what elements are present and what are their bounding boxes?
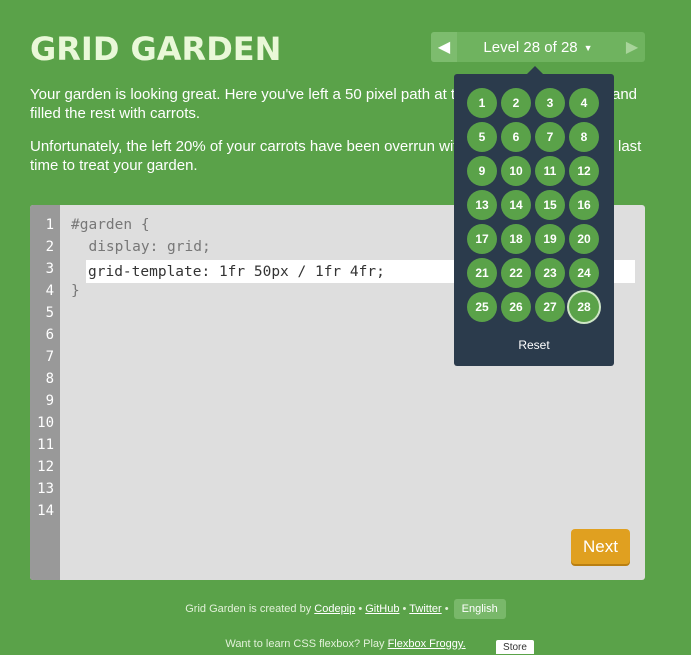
- level-button[interactable]: 14: [501, 190, 531, 220]
- level-button[interactable]: 7: [535, 122, 565, 152]
- level-button[interactable]: 12: [569, 156, 599, 186]
- line-number-gutter: 1 2 3 4 5 6 7 8 9 10 11 12 13 14: [30, 205, 60, 580]
- level-button[interactable]: 24: [569, 258, 599, 288]
- level-button[interactable]: 20: [569, 224, 599, 254]
- store-tab[interactable]: Store: [496, 640, 534, 654]
- line-number: 3: [45, 261, 54, 277]
- line-number: 12: [37, 459, 54, 475]
- level-button[interactable]: 27: [535, 292, 565, 322]
- level-button[interactable]: 21: [467, 258, 497, 288]
- instruction-text-2b: last: [618, 138, 642, 155]
- level-indicator[interactable]: Level 28 of 28 ▼: [457, 39, 619, 56]
- instruction-text-2a: Unfortunately, the left 20% of your carr…: [30, 138, 466, 155]
- next-button[interactable]: Next: [571, 529, 630, 564]
- footer: Grid Garden is created by Codepip • GitH…: [0, 599, 691, 619]
- dropdown-notch: [526, 66, 544, 75]
- prev-level-button[interactable]: ◀: [431, 32, 457, 62]
- level-button[interactable]: 16: [569, 190, 599, 220]
- level-button[interactable]: 15: [535, 190, 565, 220]
- flexbox-froggy-link[interactable]: Flexbox Froggy.: [388, 638, 466, 650]
- reset-button[interactable]: Reset: [454, 338, 614, 352]
- level-button[interactable]: 6: [501, 122, 531, 152]
- line-number: 13: [37, 481, 54, 497]
- level-button[interactable]: 13: [467, 190, 497, 220]
- level-indicator-label: Level 28 of 28: [483, 38, 578, 56]
- level-button[interactable]: 2: [501, 88, 531, 118]
- footer-promo: Want to learn CSS flexbox? Play Flexbox …: [0, 638, 691, 650]
- line-number: 9: [45, 393, 54, 409]
- level-button[interactable]: 3: [535, 88, 565, 118]
- level-button[interactable]: 19: [535, 224, 565, 254]
- github-link[interactable]: GitHub: [365, 603, 399, 615]
- footer-separator: •: [358, 603, 363, 615]
- codepip-link[interactable]: Codepip: [314, 603, 355, 615]
- level-navigator: ◀ Level 28 of 28 ▼ ▶: [431, 32, 645, 62]
- level-button[interactable]: 18: [501, 224, 531, 254]
- triangle-right-icon: ▶: [625, 39, 639, 56]
- next-level-arrow[interactable]: ▶: [619, 32, 645, 62]
- level-button[interactable]: 5: [467, 122, 497, 152]
- line-number: 4: [45, 283, 54, 299]
- code-line-selector: #garden {: [71, 217, 150, 233]
- footer-separator: •: [402, 603, 407, 615]
- line-number: 5: [45, 305, 54, 321]
- level-button[interactable]: 17: [467, 224, 497, 254]
- level-button[interactable]: 9: [467, 156, 497, 186]
- level-button[interactable]: 4: [569, 88, 599, 118]
- triangle-left-icon: ◀: [437, 39, 451, 56]
- level-button[interactable]: 8: [569, 122, 599, 152]
- code-line-display: display: grid;: [71, 239, 211, 255]
- footer-credit: Grid Garden is created by: [185, 603, 312, 615]
- caret-down-icon: ▼: [583, 42, 593, 53]
- instruction-text-1a: Your garden is looking great. Here you'v…: [30, 86, 472, 103]
- instruction-text-2c: time to treat your garden.: [30, 157, 198, 174]
- instruction-text-1b: and: [612, 86, 638, 103]
- level-dropdown: 1 2 3 4 5 6 7 8 9 10 11 12 13 14 15 16 17 18 19 20 21 22 23 24 2…: [454, 66, 614, 366]
- level-button[interactable]: 1: [467, 88, 497, 118]
- line-number: 1: [45, 217, 54, 233]
- instruction-text-1c: filled the rest with carrots.: [30, 105, 201, 122]
- flexbox-prompt: Want to learn CSS flexbox? Play: [225, 638, 385, 650]
- level-button[interactable]: 22: [501, 258, 531, 288]
- level-button[interactable]: 11: [535, 156, 565, 186]
- line-number: 14: [37, 503, 54, 519]
- level-button[interactable]: 10: [501, 156, 531, 186]
- footer-separator: •: [444, 603, 449, 615]
- twitter-link[interactable]: Twitter: [409, 603, 441, 615]
- language-button[interactable]: English: [453, 599, 506, 619]
- line-number: 7: [45, 349, 54, 365]
- line-number: 10: [37, 415, 54, 431]
- line-number: 2: [45, 239, 54, 255]
- level-button[interactable]: 26: [501, 292, 531, 322]
- line-number: 8: [45, 371, 54, 387]
- line-number: 11: [37, 437, 54, 453]
- page-title: GRID GARDEN: [30, 30, 282, 68]
- level-button[interactable]: 23: [535, 258, 565, 288]
- code-line-close: }: [71, 283, 80, 299]
- level-button[interactable]: 28: [569, 292, 599, 322]
- line-number: 6: [45, 327, 54, 343]
- level-button[interactable]: 25: [467, 292, 497, 322]
